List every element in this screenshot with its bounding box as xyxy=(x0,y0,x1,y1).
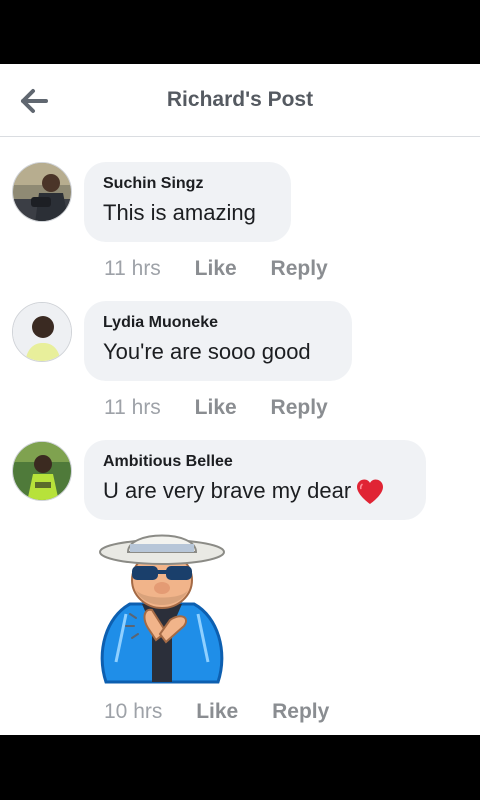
avatar[interactable] xyxy=(12,302,72,362)
post-header: Richard's Post xyxy=(0,64,480,137)
comment-bubble[interactable]: Ambitious Bellee U are very brave my dea… xyxy=(84,440,426,520)
reply-button[interactable]: Reply xyxy=(271,396,328,420)
like-button[interactable]: Like xyxy=(195,396,237,420)
avatar[interactable] xyxy=(12,162,72,222)
like-button[interactable]: Like xyxy=(195,257,237,281)
status-bar xyxy=(0,0,480,64)
comment-text: You're are sooo good xyxy=(103,339,311,364)
navigation-bar xyxy=(0,735,480,800)
reply-button[interactable]: Reply xyxy=(272,700,329,724)
red-heart-icon xyxy=(357,479,384,505)
comment-meta: 10 hrs Like Reply xyxy=(104,700,329,724)
old-man-clapping-sticker[interactable] xyxy=(86,522,238,692)
comment-text-content: U are very brave my dear xyxy=(103,478,352,503)
comment-time: 10 hrs xyxy=(104,700,163,723)
comment-text: U are very brave my dear xyxy=(103,476,408,506)
comment-author[interactable]: Suchin Singz xyxy=(103,174,273,194)
page-title: Richard's Post xyxy=(166,88,314,111)
comment-author[interactable]: Ambitious Bellee xyxy=(103,452,408,472)
comment-bubble[interactable]: Suchin Singz This is amazing xyxy=(84,162,291,242)
avatar[interactable] xyxy=(12,441,72,501)
comment-time: 11 hrs xyxy=(104,257,161,280)
comment-time: 11 hrs xyxy=(104,396,161,419)
reply-button[interactable]: Reply xyxy=(271,257,328,281)
comment-meta: 11 hrs Like Reply xyxy=(104,257,328,281)
comment-meta: 11 hrs Like Reply xyxy=(104,396,328,420)
like-button[interactable]: Like xyxy=(196,700,238,724)
comment-text: This is amazing xyxy=(103,200,256,225)
comment-bubble[interactable]: Lydia Muoneke You're are sooo good xyxy=(84,301,352,381)
comment-author[interactable]: Lydia Muoneke xyxy=(103,313,334,333)
